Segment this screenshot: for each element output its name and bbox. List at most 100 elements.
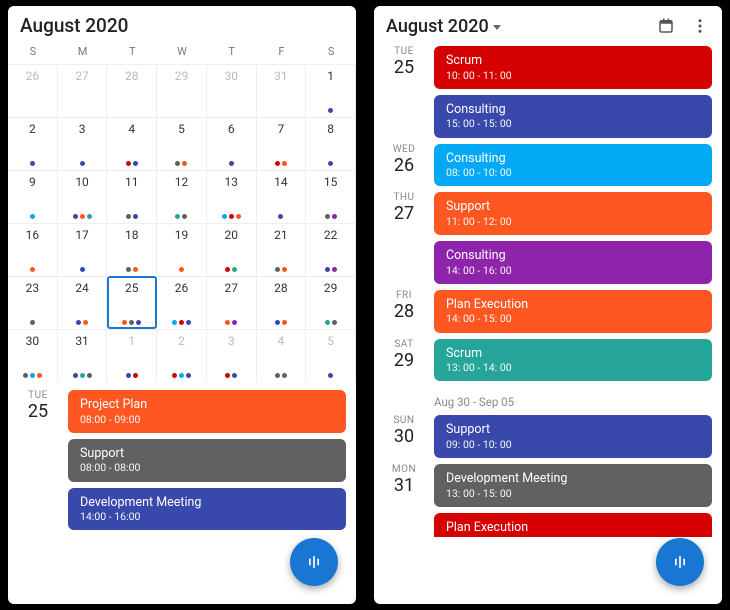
- day-cell[interactable]: 1: [107, 329, 157, 382]
- day-cell[interactable]: 13: [207, 170, 257, 223]
- day-cell[interactable]: 25: [107, 276, 157, 329]
- day-cell[interactable]: 27: [58, 64, 108, 117]
- day-cell[interactable]: 3: [58, 117, 108, 170]
- event-card[interactable]: Development Meeting14:00 - 16:00: [68, 488, 346, 531]
- day-cell[interactable]: 30: [207, 64, 257, 117]
- events-container: Development Meeting13: 00 - 15: 00 Plan E…: [434, 464, 712, 537]
- day-cell[interactable]: 27: [207, 276, 257, 329]
- weekday: FRI: [384, 290, 424, 301]
- agenda-view-screen: August 2020 TUE25Scrum10: 00 - 11: 00Con…: [374, 6, 722, 604]
- today-button[interactable]: [652, 12, 680, 40]
- day-cell[interactable]: 19: [157, 223, 207, 276]
- day-cell[interactable]: 8: [306, 117, 356, 170]
- day-cell[interactable]: 1: [306, 64, 356, 117]
- agenda-day: SAT29Scrum13: 00 - 14: 00: [384, 339, 712, 382]
- month-grid: SMTWTFS262728293031123456789101112131415…: [8, 41, 356, 382]
- event-card[interactable]: Development Meeting13: 00 - 15: 00: [434, 464, 712, 507]
- day-cell[interactable]: 5: [157, 117, 207, 170]
- event-dot: [30, 267, 35, 272]
- event-card[interactable]: Project Plan08:00 - 09:00: [68, 390, 346, 433]
- day-cell[interactable]: 28: [107, 64, 157, 117]
- event-indicators: [76, 320, 88, 325]
- day-cell[interactable]: 22: [306, 223, 356, 276]
- event-dot: [30, 161, 35, 166]
- fab-button[interactable]: [656, 538, 704, 586]
- event-title: Consulting: [446, 248, 700, 264]
- day-number: 4: [128, 122, 135, 136]
- more-vert-icon: [691, 17, 709, 35]
- day-number: 25: [18, 401, 58, 422]
- event-card[interactable]: Support09: 00 - 10: 00: [434, 415, 712, 458]
- events-container: Scrum13: 00 - 14: 00: [434, 339, 712, 382]
- event-indicators: [30, 214, 35, 219]
- more-button[interactable]: [686, 12, 714, 40]
- agenda-day: MON31Development Meeting13: 00 - 15: 00P…: [384, 464, 712, 537]
- month-dropdown[interactable]: August 2020: [386, 16, 646, 37]
- event-card[interactable]: Plan Execution14: 00 - 15: 00: [434, 290, 712, 333]
- weekday: TUE: [18, 390, 58, 401]
- day-cell[interactable]: 16: [8, 223, 58, 276]
- agenda-day: WED26Consulting08: 00 - 10: 00: [384, 144, 712, 187]
- event-card[interactable]: Scrum13: 00 - 14: 00: [434, 339, 712, 382]
- event-indicators: [172, 373, 191, 378]
- event-card[interactable]: Plan Execution: [434, 513, 712, 538]
- fab-button[interactable]: [290, 538, 338, 586]
- weekday-header: W: [157, 41, 207, 64]
- event-dot: [232, 267, 237, 272]
- event-card[interactable]: Support08:00 - 08:00: [68, 439, 346, 482]
- day-cell[interactable]: 4: [257, 329, 307, 382]
- event-dot: [172, 320, 177, 325]
- day-cell[interactable]: 14: [257, 170, 307, 223]
- event-dot: [87, 373, 92, 378]
- day-cell[interactable]: 2: [8, 117, 58, 170]
- day-cell[interactable]: 31: [58, 329, 108, 382]
- day-cell[interactable]: 29: [157, 64, 207, 117]
- event-dot: [179, 267, 184, 272]
- day-number: 1: [327, 69, 334, 83]
- day-cell[interactable]: 26: [157, 276, 207, 329]
- event-card[interactable]: Support11: 00 - 12: 00: [434, 192, 712, 235]
- day-cell[interactable]: 12: [157, 170, 207, 223]
- day-cell[interactable]: 31: [257, 64, 307, 117]
- event-card[interactable]: Consulting15: 00 - 15: 00: [434, 95, 712, 138]
- day-number: 30: [26, 334, 40, 348]
- day-number: 13: [224, 175, 238, 189]
- day-cell[interactable]: 7: [257, 117, 307, 170]
- day-cell[interactable]: 2: [157, 329, 207, 382]
- day-number: 3: [228, 334, 235, 348]
- event-card[interactable]: Consulting08: 00 - 10: 00: [434, 144, 712, 187]
- day-cell[interactable]: 9: [8, 170, 58, 223]
- day-cell[interactable]: 24: [58, 276, 108, 329]
- day-number: 19: [175, 228, 189, 242]
- event-dot: [30, 320, 35, 325]
- day-cell[interactable]: 28: [257, 276, 307, 329]
- day-cell[interactable]: 30: [8, 329, 58, 382]
- day-cell[interactable]: 23: [8, 276, 58, 329]
- day-cell[interactable]: 26: [8, 64, 58, 117]
- day-cell[interactable]: 18: [107, 223, 157, 276]
- event-dot: [136, 320, 141, 325]
- day-cell[interactable]: 29: [306, 276, 356, 329]
- day-cell[interactable]: 5: [306, 329, 356, 382]
- day-cell[interactable]: 4: [107, 117, 157, 170]
- event-card[interactable]: Scrum10: 00 - 11: 00: [434, 46, 712, 89]
- event-dot: [133, 267, 138, 272]
- event-dot: [122, 320, 127, 325]
- event-dot: [332, 320, 337, 325]
- events-container: Support11: 00 - 12: 00 Consulting14: 00 -…: [434, 192, 712, 284]
- weekday-header: T: [107, 41, 157, 64]
- event-card[interactable]: Consulting14: 00 - 16: 00: [434, 241, 712, 284]
- day-cell[interactable]: 17: [58, 223, 108, 276]
- day-cell[interactable]: 21: [257, 223, 307, 276]
- event-indicators: [172, 320, 191, 325]
- day-cell[interactable]: 15: [306, 170, 356, 223]
- day-cell[interactable]: 11: [107, 170, 157, 223]
- day-cell[interactable]: 10: [58, 170, 108, 223]
- day-cell[interactable]: 20: [207, 223, 257, 276]
- day-number: 26: [175, 281, 189, 295]
- day-cell[interactable]: 3: [207, 329, 257, 382]
- event-indicators: [179, 267, 184, 272]
- day-cell[interactable]: 6: [207, 117, 257, 170]
- event-indicators: [325, 214, 337, 219]
- weekday: THU: [384, 192, 424, 203]
